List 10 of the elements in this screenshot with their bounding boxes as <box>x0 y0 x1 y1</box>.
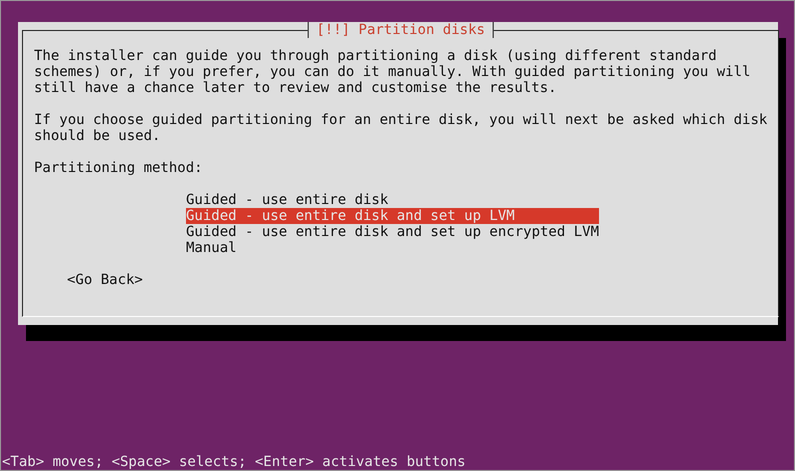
status-bar-text: <Tab> moves; <Space> selects; <Enter> activates buttons <box>1 454 467 470</box>
prompt-label: Partitioning method: <box>34 160 204 176</box>
menu-item[interactable]: Guided - use entire disk <box>186 192 600 208</box>
menu-item[interactable]: Guided - use entire disk and set up LVM <box>186 208 600 224</box>
description-text: The installer can guide you through partitioning a disk (using different standard schemes) or, if you prefer, you can do it manually. With guided partitioning you will still have a chance later to review and customise the results. <box>34 48 752 96</box>
dialog-title: [!!] Partition disks <box>307 22 494 38</box>
description-text: If you choose guided partitioning for an entire disk, you will next be asked which disk should be used. <box>34 112 768 144</box>
menu-item[interactable]: Manual <box>186 240 600 256</box>
go-back-button[interactable]: <Go Back> <box>67 272 143 288</box>
menu-item[interactable]: Guided - use entire disk and set up encrypted LVM <box>186 224 600 240</box>
